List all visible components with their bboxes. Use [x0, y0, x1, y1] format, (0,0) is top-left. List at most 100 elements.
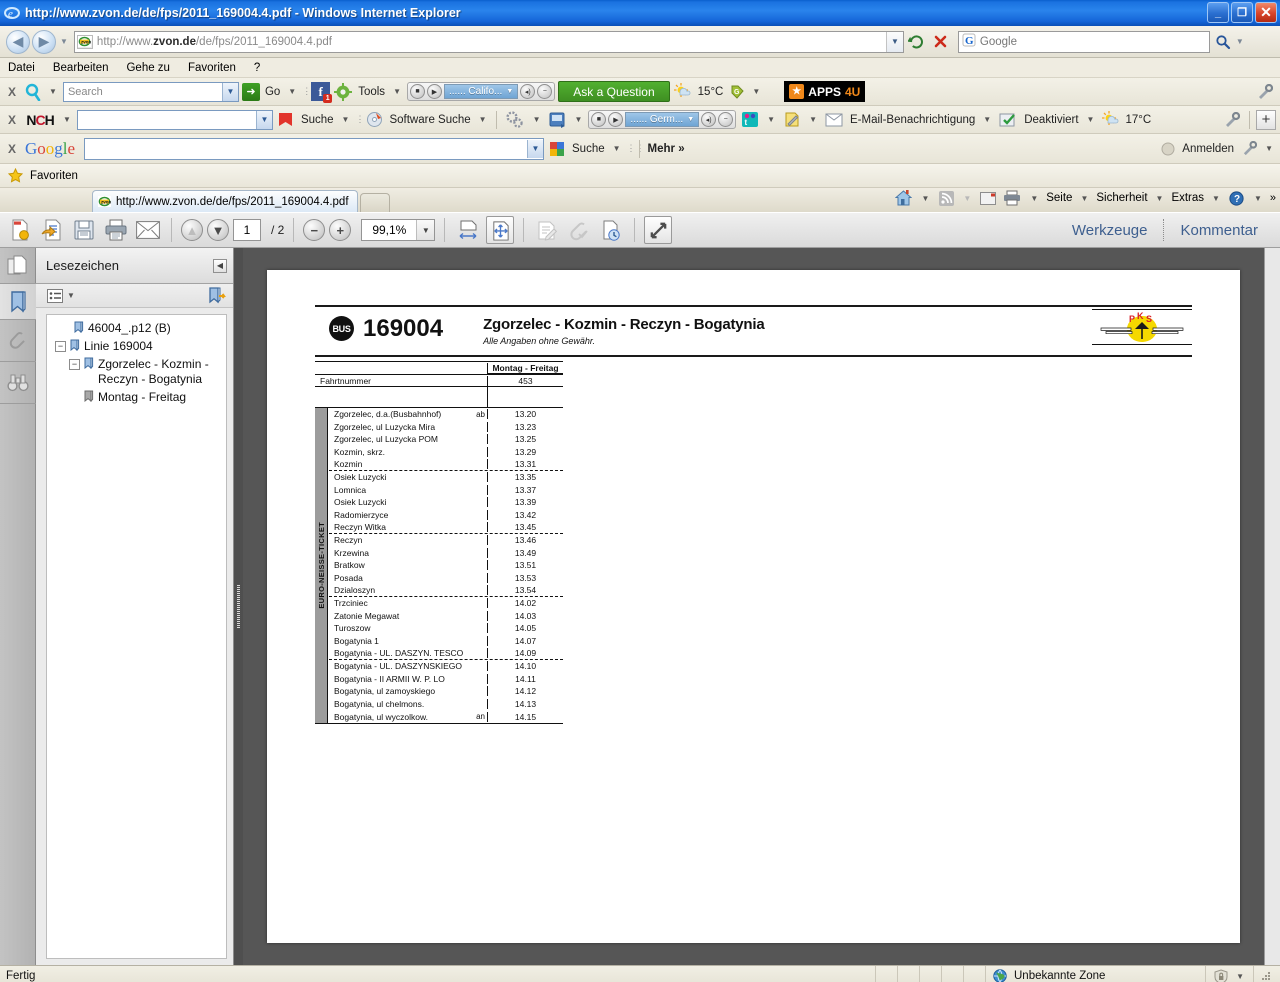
refresh-icon[interactable] [906, 31, 928, 53]
ask-toolbar-settings-icon[interactable] [1254, 83, 1276, 100]
fullscreen-icon[interactable] [644, 216, 673, 244]
nch-search-input[interactable]: ▼ [76, 109, 273, 130]
ask-go-button-icon[interactable]: ➜ [241, 82, 260, 101]
ask-go-label[interactable]: Go [263, 86, 282, 98]
forward-button[interactable]: ▶ [32, 29, 56, 54]
media-volume-icon[interactable]: ◂) [701, 112, 717, 127]
tools-gear-icon[interactable] [333, 82, 353, 101]
deaktiviert-label[interactable]: Deaktiviert [1022, 114, 1080, 126]
document-scrollbar[interactable] [1264, 248, 1280, 965]
favorites-label[interactable]: Favoriten [30, 170, 78, 182]
software-suche-icon[interactable] [364, 111, 384, 128]
google-suche-icon[interactable] [547, 141, 567, 157]
new-tab-button[interactable] [359, 193, 390, 212]
zoom-in-icon[interactable]: + [329, 219, 352, 241]
bookmark-icon[interactable] [0, 284, 36, 320]
help-icon[interactable]: ? [1228, 190, 1246, 206]
ask-toolbar-close-button[interactable]: X [4, 85, 20, 99]
menu-item-help[interactable]: ? [254, 62, 260, 74]
command-sicherheit[interactable]: Sicherheit [1096, 192, 1147, 204]
nch-suche-caret[interactable]: ▼ [339, 115, 353, 124]
fit-width-icon[interactable] [454, 216, 482, 244]
resize-grip[interactable] [1254, 966, 1280, 982]
media-volume-icon[interactable]: ◂) [520, 84, 536, 99]
toolbar-grip[interactable]: ⋮⋮ [302, 84, 320, 100]
nch-media-player[interactable]: ■ ▶ ...... Germ... ▼ ◂) − [588, 110, 737, 129]
nch-device-caret[interactable]: ▼ [572, 115, 586, 124]
smiley-pair-icon[interactable]: t [739, 111, 761, 128]
splitter-grip[interactable] [237, 584, 240, 629]
back-button[interactable]: ◀ [6, 29, 30, 54]
options-menu-icon[interactable] [46, 288, 64, 303]
nch-device-icon[interactable] [547, 112, 569, 128]
expander-toggle[interactable]: − [55, 341, 66, 352]
groupon-caret[interactable]: ▼ [749, 87, 763, 96]
google-toolbar-close-button[interactable]: X [4, 142, 20, 156]
menu-item-bearbeiten[interactable]: Bearbeiten [53, 62, 109, 74]
add-toolbar-button[interactable]: + [1256, 109, 1276, 130]
zoom-dropdown-icon[interactable]: ▼ [416, 220, 435, 240]
nch-toolbar-close-button[interactable]: X [4, 113, 20, 127]
zoom-level-combo[interactable]: 99,1% ▼ [361, 219, 436, 241]
email-icon[interactable] [134, 216, 162, 244]
fit-page-icon[interactable] [486, 216, 515, 244]
media-mute-icon[interactable]: − [718, 112, 734, 127]
command-seite[interactable]: Seite [1046, 192, 1072, 204]
ask-a-question-button[interactable]: Ask a Question [558, 81, 670, 102]
media-play-icon[interactable]: ▶ [426, 84, 442, 99]
ask-search-input[interactable]: Search ▼ [62, 81, 239, 102]
maximize-button[interactable]: ❐ [1231, 2, 1253, 23]
print-caret[interactable]: ▼ [1027, 194, 1041, 203]
recent-pages-dropdown[interactable]: ▼ [60, 37, 68, 46]
new-bookmark-icon[interactable] [207, 286, 227, 305]
menu-item-favoriten[interactable]: Favoriten [188, 62, 236, 74]
toolbar-grip[interactable]: ⋮⋮ [627, 141, 645, 157]
software-suche-label[interactable]: Software Suche [387, 114, 472, 126]
software-suche-caret[interactable]: ▼ [476, 115, 490, 124]
expander-toggle[interactable]: − [69, 359, 80, 370]
media-mute-icon[interactable]: − [537, 84, 553, 99]
ask-tools-caret[interactable]: ▼ [390, 87, 404, 96]
email-notification-label[interactable]: E-Mail-Benachrichtigung [848, 114, 977, 126]
bookmark-item-montag-freitag[interactable]: Montag - Freitag [51, 390, 222, 405]
seite-caret[interactable]: ▼ [1077, 194, 1091, 203]
bookmark-item-46004[interactable]: 46004_.p12 (B) [51, 321, 222, 336]
sicherheit-caret[interactable]: ▼ [1153, 194, 1167, 203]
security-zone[interactable]: Unbekannte Zone [986, 966, 1206, 982]
smiley-caret[interactable]: ▼ [764, 115, 778, 124]
ask-tools-label[interactable]: Tools [356, 86, 387, 98]
pdf-document-view[interactable]: BUS 169004 Zgorzelec - Kozmin - Reczyn -… [243, 248, 1264, 965]
search-binoculars-icon[interactable] [0, 362, 36, 404]
url-dropdown-icon[interactable]: ▼ [885, 31, 903, 52]
shield-sword-icon[interactable] [781, 111, 803, 128]
email-notification-caret[interactable]: ▼ [980, 115, 994, 124]
arrow-up-icon[interactable]: ▲ [181, 219, 203, 241]
media-play-icon[interactable]: ▶ [608, 112, 624, 127]
arrow-down-icon[interactable]: ▼ [207, 219, 229, 241]
zoom-out-icon[interactable]: − [303, 219, 326, 241]
home-icon[interactable] [893, 190, 913, 206]
ask-media-player[interactable]: ■ ▶ ...... Califo... ▼ ◂) − [406, 82, 556, 101]
google-search-input[interactable]: ▼ [84, 137, 545, 160]
nch-gears-icon[interactable] [503, 110, 527, 129]
google-suche-label[interactable]: Suche [570, 143, 607, 155]
google-search-dropdown-icon[interactable]: ▼ [527, 139, 544, 158]
groupon-tag-icon[interactable]: G [728, 84, 746, 100]
history-icon[interactable] [597, 216, 625, 244]
kommentar-button[interactable]: Kommentar [1164, 222, 1274, 239]
browser-tab[interactable]: zvon http://www.zvon.de/de/fps/2011_1690… [92, 190, 358, 212]
browser-search-box[interactable]: G Google [957, 30, 1210, 53]
page-number-input[interactable]: 1 [233, 219, 261, 241]
google-suche-caret[interactable]: ▼ [610, 144, 624, 153]
werkzeuge-button[interactable]: Werkzeuge [1056, 222, 1164, 239]
nch-menu-caret[interactable]: ▼ [60, 115, 74, 124]
nch-search-dropdown-icon[interactable]: ▼ [255, 110, 272, 129]
protected-mode-indicator[interactable]: ▼ [1206, 966, 1254, 982]
home-caret[interactable]: ▼ [918, 194, 932, 203]
help-caret[interactable]: ▼ [1251, 194, 1265, 203]
options-menu-caret[interactable]: ▼ [64, 291, 78, 300]
google-account-avatar[interactable] [1159, 142, 1177, 156]
ask-search-dropdown-icon[interactable]: ▼ [221, 82, 238, 101]
media-station-box[interactable]: ...... Califo... ▼ [443, 84, 519, 99]
deaktiviert-caret[interactable]: ▼ [1084, 115, 1098, 124]
